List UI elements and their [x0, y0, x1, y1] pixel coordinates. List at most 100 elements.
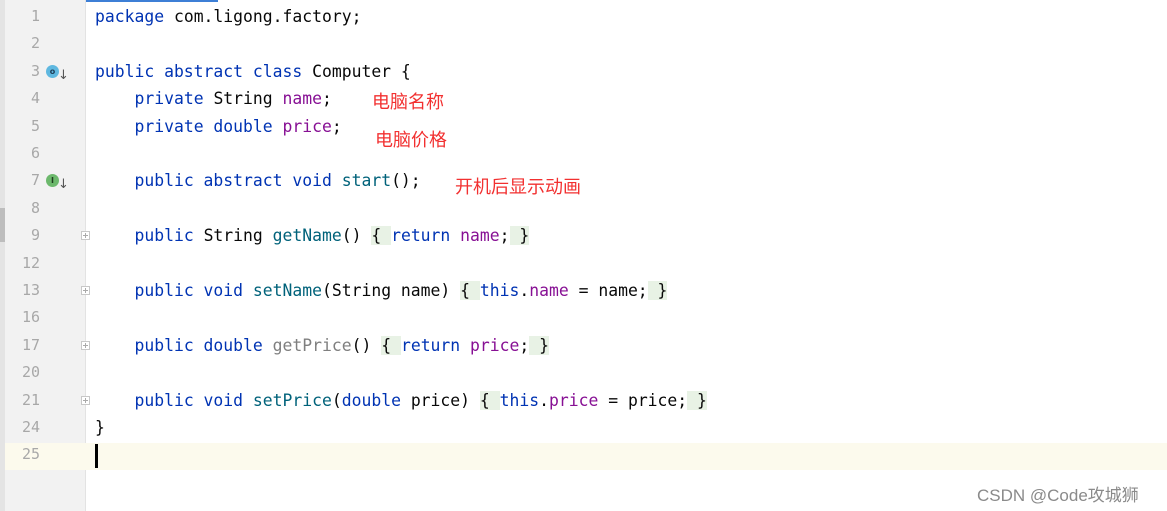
code-token: ;: [519, 335, 530, 355]
code-token-field: name: [460, 226, 500, 246]
code-token-kw: double: [341, 390, 411, 410]
code-token-kw: return: [391, 226, 461, 246]
annotation-name: 电脑名称: [372, 92, 444, 113]
code-line[interactable]: 6: [0, 140, 1167, 167]
code-text: private String name;: [95, 85, 331, 112]
fold-expand-icon[interactable]: [81, 395, 90, 405]
code-token-kw: this: [499, 390, 540, 410]
code-token-unused: getPrice: [272, 335, 352, 355]
code-token-kw: package: [95, 7, 174, 26]
code-text: package com.ligong.factory;: [95, 3, 361, 30]
code-text: public String getName() { return name; }: [95, 222, 530, 249]
code-text: public void setName(String name) { this.…: [95, 277, 668, 304]
line-number: 24: [21, 418, 40, 436]
fold-expand-icon[interactable]: [81, 231, 90, 241]
code-token: ;: [331, 116, 342, 136]
code-token-field: price: [470, 335, 520, 355]
code-text: public abstract class Computer {: [95, 58, 411, 85]
fold-expand-icon[interactable]: [81, 286, 90, 295]
code-token-brace: }: [647, 281, 668, 300]
code-token: (): [341, 226, 372, 246]
line-number: 12: [21, 253, 40, 272]
code-token: String: [203, 226, 273, 246]
line-number: 9: [30, 226, 40, 245]
code-line[interactable]: 12: [0, 250, 1167, 277]
line-number: 13: [21, 281, 40, 299]
fold-expand-icon[interactable]: [81, 340, 90, 350]
code-token-kw: private double: [134, 116, 283, 136]
code-token: = name;: [568, 281, 648, 300]
code-token: String: [213, 89, 283, 109]
code-token: = price;: [598, 390, 688, 410]
code-token-method: setName: [252, 281, 322, 300]
code-token-kw: public void: [134, 281, 253, 300]
code-token-method: setPrice: [252, 390, 332, 410]
code-line[interactable]: 8: [0, 195, 1167, 222]
code-line[interactable]: 24}: [0, 414, 1167, 441]
code-text: public double getPrice() { return price;…: [95, 332, 549, 359]
code-token-kw: return: [400, 335, 471, 355]
code-token-kw: private: [134, 89, 214, 109]
code-text: public void setPrice(double price) { thi…: [95, 387, 707, 414]
line-number: 21: [21, 390, 40, 409]
code-token: (: [331, 390, 342, 410]
code-token-method: start: [341, 171, 392, 191]
code-token-brace: {: [371, 226, 392, 246]
code-token: .: [519, 281, 530, 300]
line-number: 17: [21, 335, 40, 354]
code-token-brace: }: [687, 390, 707, 410]
code-line[interactable]: 21 public void setPrice(double price) { …: [0, 387, 1167, 414]
line-number: 4: [30, 89, 40, 108]
line-number: 3: [30, 61, 40, 80]
annotation-start: 开机后显示动画: [455, 177, 581, 198]
code-line[interactable]: 5 private double price;: [0, 113, 1167, 140]
watermark: CSDN @Code攻城狮: [977, 486, 1139, 505]
line-number: 5: [30, 116, 40, 135]
line-number: 7: [30, 171, 40, 190]
line-number: 25: [21, 445, 40, 464]
annotation-price: 电脑价格: [375, 130, 447, 151]
code-token-brace: {: [381, 335, 401, 355]
code-token: (): [351, 335, 382, 355]
code-line[interactable]: 2: [0, 30, 1167, 57]
line-number: 1: [30, 7, 40, 25]
code-text: }: [95, 414, 105, 441]
code-line[interactable]: 13 public void setName(String name) { th…: [0, 277, 1167, 304]
line-number: 16: [21, 308, 40, 327]
code-token-kw: public void: [134, 390, 253, 410]
code-line[interactable]: 1 package com.ligong.factory;: [0, 3, 1167, 30]
code-line[interactable]: 9 public String getName() { return name;…: [0, 222, 1167, 249]
line-number: 2: [30, 34, 40, 53]
code-token-brace: }: [529, 335, 549, 355]
code-line[interactable]: 4 private String name;: [0, 85, 1167, 112]
code-token: }: [95, 418, 105, 437]
code-token-brace: {: [460, 281, 480, 300]
code-token: Computer {: [312, 61, 411, 81]
line-number: 20: [21, 363, 40, 382]
code-line[interactable]: 3 o ↓ public abstract class Computer {: [0, 58, 1167, 85]
code-token-kw: public abstract class: [95, 61, 313, 81]
code-line[interactable]: 25: [0, 441, 1167, 468]
code-token-kw: this: [479, 281, 520, 300]
code-line[interactable]: 17 public double getPrice() { return pri…: [0, 332, 1167, 359]
code-line[interactable]: 7 I ↓ public abstract void start();: [0, 167, 1167, 194]
code-token-kw: public: [134, 226, 204, 246]
code-token-method: getName: [272, 226, 342, 246]
code-token: (String name): [321, 281, 461, 300]
code-token: .: [539, 390, 549, 410]
code-token: ();: [391, 171, 421, 191]
code-line[interactable]: 20: [0, 359, 1167, 386]
line-number: 8: [30, 198, 40, 217]
code-line[interactable]: 16: [0, 304, 1167, 331]
code-token-field: name: [529, 281, 569, 300]
code-text: public abstract void start();: [95, 167, 421, 194]
text-caret: [95, 444, 98, 468]
code-text: private double price;: [95, 113, 342, 140]
